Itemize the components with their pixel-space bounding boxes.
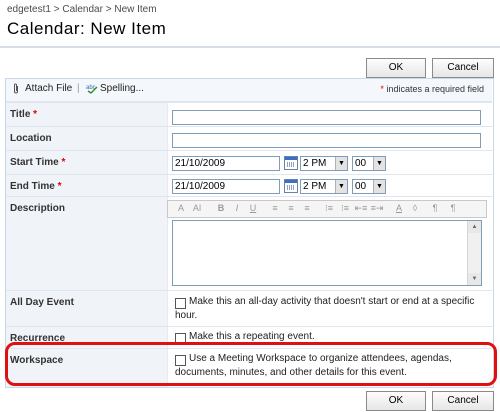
start-time-label: Start Time * <box>10 157 65 168</box>
start-time-label-cell: Start Time * <box>6 151 167 175</box>
column-separator <box>167 175 168 197</box>
header-divider <box>0 46 500 48</box>
chevron-down-icon: ▼ <box>335 180 347 193</box>
all-day-text-line2: hour. <box>175 310 198 321</box>
align-center-icon[interactable]: ≡ <box>284 202 298 215</box>
chevron-down-icon: ▼ <box>335 157 347 170</box>
required-star: * <box>61 157 66 168</box>
ok-button-bottom[interactable]: OK <box>366 391 426 411</box>
attach-file-button[interactable]: Attach File <box>25 83 72 94</box>
breadcrumb: edgetest1 > Calendar > New Item <box>7 4 157 15</box>
font-icon[interactable]: A <box>174 202 188 215</box>
column-separator <box>167 151 168 175</box>
spelling-check-icon: abc <box>86 83 99 97</box>
description-label-cell: Description <box>6 197 167 291</box>
breadcrumb-separator: > <box>105 4 112 15</box>
start-date-input[interactable]: 21/10/2009 <box>172 156 280 171</box>
scroll-down-icon[interactable]: ▼ <box>468 273 481 285</box>
calendar-icon[interactable] <box>284 156 298 170</box>
end-time-label-text: End Time <box>10 181 55 192</box>
decrease-indent-icon[interactable]: ⇤≡ <box>354 202 368 215</box>
increase-indent-icon[interactable]: ≡⇥ <box>370 202 384 215</box>
end-minute-select[interactable]: 00 ▼ <box>352 179 386 194</box>
chevron-down-icon: ▼ <box>373 180 385 193</box>
rtl-paragraph-icon[interactable]: ¶ <box>446 202 460 215</box>
required-field-note: * indicates a required field <box>380 84 484 94</box>
toolbar-divider: | <box>77 83 80 94</box>
text-color-icon[interactable]: A <box>392 202 406 215</box>
calendar-icon[interactable] <box>284 179 298 193</box>
end-time-label: End Time * <box>10 181 62 192</box>
align-left-icon[interactable]: ≡ <box>268 202 282 215</box>
start-hour-select[interactable]: 2 PM ▼ <box>300 156 348 171</box>
required-note-text: indicates a required field <box>386 84 484 94</box>
location-input[interactable] <box>172 133 481 148</box>
start-minute-select[interactable]: 00 ▼ <box>352 156 386 171</box>
paperclip-icon <box>12 83 20 97</box>
title-label-text: Title <box>10 109 31 120</box>
required-star: * <box>57 181 62 192</box>
cancel-button-bottom[interactable]: Cancel <box>432 391 494 411</box>
title-input[interactable] <box>172 110 481 125</box>
end-minute-value: 00 <box>355 181 367 192</box>
end-date-input[interactable]: 21/10/2009 <box>172 179 280 194</box>
chevron-down-icon: ▼ <box>373 157 385 170</box>
description-editor[interactable]: ▲ ▼ <box>172 220 482 286</box>
rich-text-toolbar: A Aǀ B I U ≡ ≡ ≡ ⁝≡ ⁝≡ ⇤≡ ≡⇥ A ◊ ¶ ¶ <box>167 200 487 218</box>
location-label-cell: Location <box>6 127 167 151</box>
background-color-icon[interactable]: ◊ <box>408 202 422 215</box>
scroll-up-icon[interactable]: ▲ <box>468 221 481 233</box>
all-day-label-cell: All Day Event <box>6 291 167 327</box>
end-time-label-cell: End Time * <box>6 175 167 197</box>
italic-icon[interactable]: I <box>230 202 244 215</box>
all-day-text-line1: Make this an all-day activity that doesn… <box>189 296 475 307</box>
title-label-cell: Title * <box>6 103 167 127</box>
column-separator <box>167 127 168 151</box>
title-label: Title * <box>10 109 37 120</box>
align-right-icon[interactable]: ≡ <box>300 202 314 215</box>
end-hour-value: 2 PM <box>303 181 327 192</box>
page-title: Calendar: New Item <box>7 19 167 38</box>
editor-scrollbar[interactable]: ▲ ▼ <box>467 221 481 285</box>
location-label: Location <box>10 133 52 144</box>
start-minute-value: 00 <box>355 158 367 169</box>
description-label: Description <box>10 203 66 214</box>
breadcrumb-list[interactable]: Calendar <box>62 4 103 15</box>
end-hour-select[interactable]: 2 PM ▼ <box>300 179 348 194</box>
cancel-button-top[interactable]: Cancel <box>432 58 494 78</box>
breadcrumb-site[interactable]: edgetest1 <box>7 4 51 15</box>
breadcrumb-separator: > <box>53 4 60 15</box>
font-size-icon[interactable]: Aǀ <box>190 202 204 215</box>
column-separator <box>167 103 168 127</box>
numbered-list-icon[interactable]: ⁝≡ <box>322 202 336 215</box>
all-day-checkbox[interactable] <box>175 298 186 309</box>
required-star: * <box>380 84 384 94</box>
ltr-paragraph-icon[interactable]: ¶ <box>428 202 442 215</box>
bulleted-list-icon[interactable]: ⁝≡ <box>338 202 352 215</box>
ok-button-top[interactable]: OK <box>366 58 426 78</box>
required-star: * <box>33 109 38 120</box>
start-hour-value: 2 PM <box>303 158 327 169</box>
form-toolbar: Attach File | abc Spelling... * indicate… <box>6 79 492 102</box>
breadcrumb-current: New Item <box>114 4 157 15</box>
all-day-label: All Day Event <box>10 297 74 308</box>
workspace-highlight-annotation <box>5 342 497 386</box>
bold-icon[interactable]: B <box>214 202 228 215</box>
start-time-label-text: Start Time <box>10 157 59 168</box>
spelling-button[interactable]: Spelling... <box>100 83 144 94</box>
column-separator <box>167 291 168 327</box>
underline-icon[interactable]: U <box>246 202 260 215</box>
